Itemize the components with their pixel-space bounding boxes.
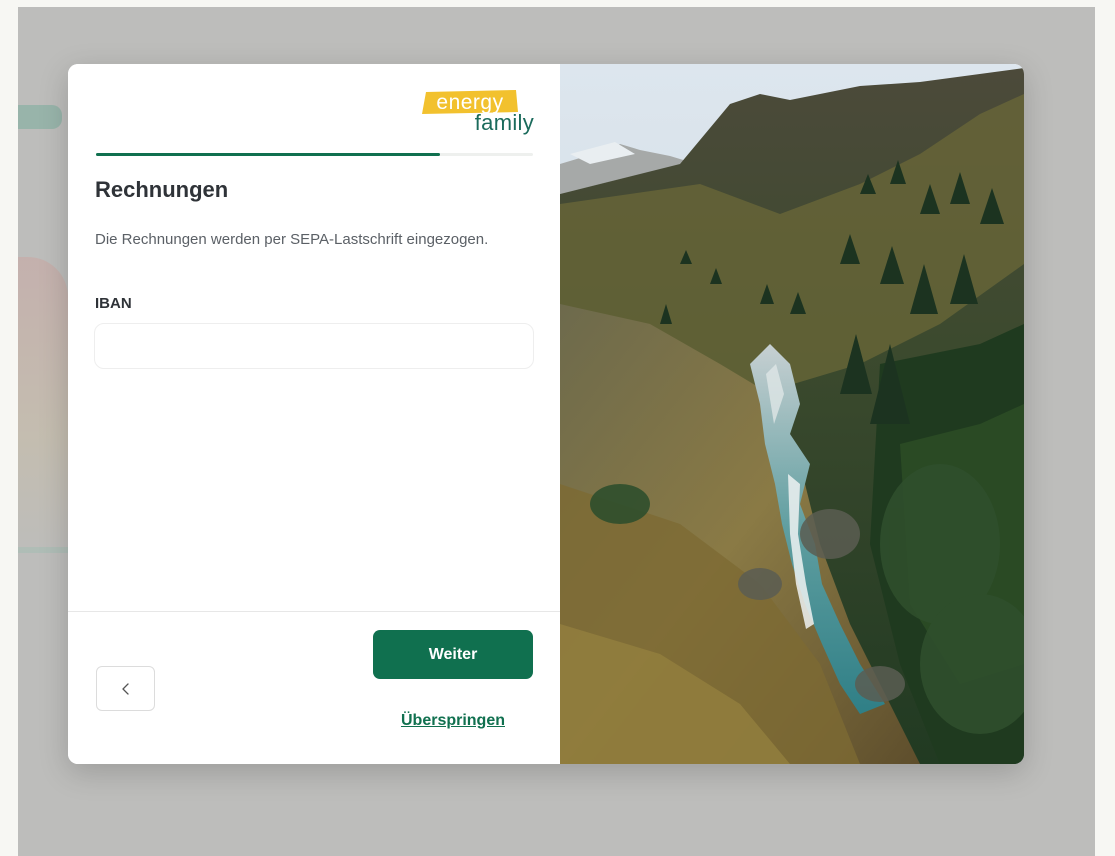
iban-label: IBAN xyxy=(95,295,132,312)
skip-link[interactable]: Überspringen xyxy=(373,712,533,730)
logo-text-family: family xyxy=(474,110,534,135)
progress-bar xyxy=(96,153,533,156)
page-description: Die Rechnungen werden per SEPA-Lastschri… xyxy=(95,231,489,248)
mountain-stream-photo xyxy=(560,64,1024,764)
progress-bar-fill xyxy=(96,153,440,156)
chevron-left-icon xyxy=(121,682,129,695)
footer-divider xyxy=(68,611,560,612)
energy-family-logo: energy family xyxy=(418,90,534,136)
back-button[interactable] xyxy=(96,666,155,711)
page-title: Rechnungen xyxy=(95,177,229,202)
landscape-image xyxy=(560,64,1024,764)
next-button[interactable]: Weiter xyxy=(373,630,533,679)
background-nav-item xyxy=(18,105,62,129)
onboarding-modal: energy family Rechnungen Die Rechnungen … xyxy=(68,64,1024,764)
iban-input[interactable] xyxy=(94,323,534,369)
form-panel: energy family Rechnungen Die Rechnungen … xyxy=(68,64,560,764)
background-divider xyxy=(18,547,68,553)
background-chart xyxy=(18,257,68,557)
